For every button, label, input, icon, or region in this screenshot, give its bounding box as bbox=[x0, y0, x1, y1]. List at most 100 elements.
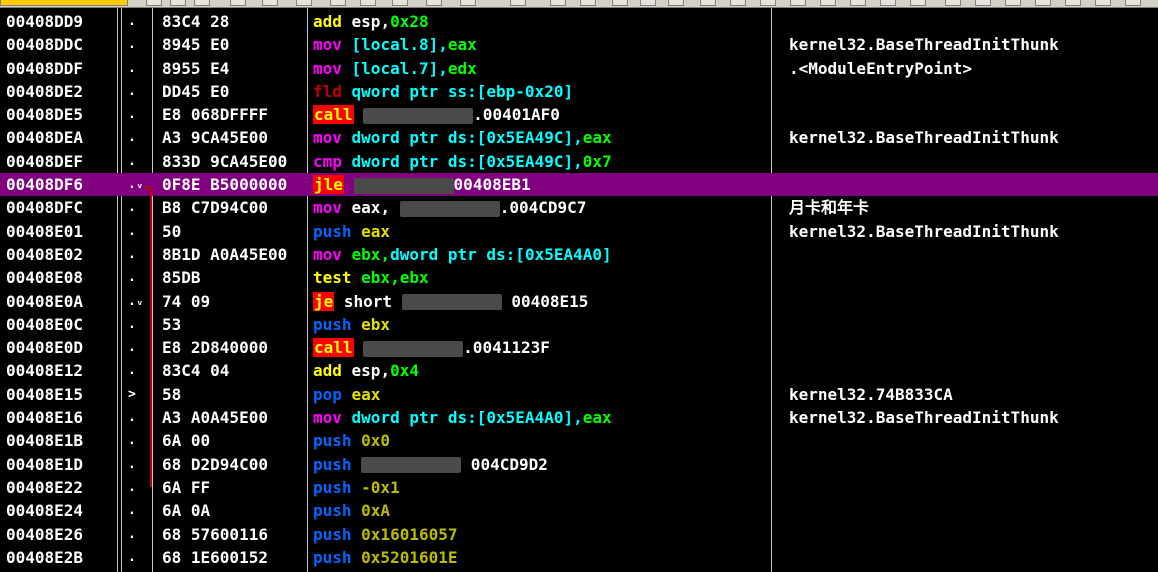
toolbar-button[interactable] bbox=[850, 0, 866, 6]
hex-bytes-cell[interactable]: 6A FF bbox=[162, 476, 304, 499]
comment-cell[interactable]: kernel32.BaseThreadInitThunk bbox=[789, 126, 1154, 149]
disasm-row[interactable]: 00408E0D. E8 2D840000 call .0041123F bbox=[0, 336, 1158, 359]
disasm-row[interactable]: 00408E08. 85DB test ebx,ebx bbox=[0, 266, 1158, 289]
toolbar-button[interactable] bbox=[550, 0, 566, 6]
toolbar-button[interactable] bbox=[790, 0, 806, 6]
hex-bytes-cell[interactable]: DD45 E0 bbox=[162, 80, 304, 103]
comment-cell[interactable] bbox=[789, 429, 1154, 452]
address-cell[interactable]: 00408DE2 bbox=[6, 80, 116, 103]
disasm-row[interactable]: 00408E01. 50 push eax kernel32.BaseThreadIn… bbox=[0, 220, 1158, 243]
address-cell[interactable]: 00408E16 bbox=[6, 406, 116, 429]
hex-bytes-cell[interactable]: 6A 0A bbox=[162, 499, 304, 522]
toolbar-button[interactable] bbox=[392, 0, 408, 6]
comment-cell[interactable] bbox=[789, 336, 1154, 359]
disassembly-cell[interactable]: call .00401AF0 bbox=[313, 103, 768, 126]
comment-cell[interactable] bbox=[789, 103, 1154, 126]
toolbar-button[interactable] bbox=[510, 0, 526, 6]
disasm-row[interactable]: 00408E12. 83C4 04 add esp,0x4 bbox=[0, 359, 1158, 382]
disassembly-cell[interactable]: test ebx,ebx bbox=[313, 266, 768, 289]
disasm-row[interactable]: 00408E15 >58 pop eax kernel32.74B833CA bbox=[0, 383, 1158, 406]
toolbar-button[interactable] bbox=[1125, 0, 1141, 6]
address-cell[interactable]: 00408E0D bbox=[6, 336, 116, 359]
address-cell[interactable]: 00408E08 bbox=[6, 266, 116, 289]
toolbar-button[interactable] bbox=[170, 0, 186, 6]
disassembly-cell[interactable]: pop eax bbox=[313, 383, 768, 406]
toolbar-button[interactable] bbox=[1035, 0, 1051, 6]
address-cell[interactable]: 00408DDC bbox=[6, 33, 116, 56]
toolbar-button[interactable] bbox=[360, 0, 376, 6]
toolbar-button[interactable] bbox=[880, 0, 896, 6]
hex-bytes-cell[interactable]: 68 D2D94C00 bbox=[162, 453, 304, 476]
address-cell[interactable]: 00408E0C bbox=[6, 313, 116, 336]
disasm-row[interactable]: 00408DEF. 833D 9CA45E00 cmp dword ptr ds:[… bbox=[0, 150, 1158, 173]
disassembly-cell[interactable]: add esp,0x28 bbox=[313, 10, 768, 33]
toolbar-button[interactable] bbox=[820, 0, 836, 6]
comment-cell[interactable] bbox=[789, 266, 1154, 289]
hex-bytes-cell[interactable]: 6A 00 bbox=[162, 429, 304, 452]
disassembly-cell[interactable]: push -0x1 bbox=[313, 476, 768, 499]
hex-bytes-cell[interactable]: 83C4 04 bbox=[162, 359, 304, 382]
address-cell[interactable]: 00408E26 bbox=[6, 523, 116, 546]
comment-cell[interactable] bbox=[789, 453, 1154, 476]
disassembly-cell[interactable]: mov eax, .004CD9C7 bbox=[313, 196, 768, 219]
comment-cell[interactable] bbox=[789, 173, 1154, 196]
toolbar-button[interactable] bbox=[730, 0, 746, 6]
disassembly-cell[interactable]: mov ebx,dword ptr ds:[0x5EA4A0] bbox=[313, 243, 768, 266]
comment-cell[interactable]: .<ModuleEntryPoint> bbox=[789, 57, 1154, 80]
comment-cell[interactable]: 月卡和年卡 bbox=[789, 196, 1154, 219]
address-cell[interactable]: 00408DE5 bbox=[6, 103, 116, 126]
toolbar-button[interactable] bbox=[426, 0, 442, 6]
hex-bytes-cell[interactable]: 83C4 28 bbox=[162, 10, 304, 33]
disasm-row[interactable]: 00408E02. 8B1D A0A45E00 mov ebx,dword ptr … bbox=[0, 243, 1158, 266]
disassembly-cell[interactable]: push ebx bbox=[313, 313, 768, 336]
disassembly-cell[interactable]: add esp,0x4 bbox=[313, 359, 768, 382]
comment-cell[interactable] bbox=[789, 476, 1154, 499]
hex-bytes-cell[interactable]: 68 57600116 bbox=[162, 523, 304, 546]
comment-cell[interactable]: kernel32.BaseThreadInitThunk bbox=[789, 220, 1154, 243]
toolbar-button[interactable] bbox=[0, 0, 128, 6]
address-cell[interactable]: 00408DEA bbox=[6, 126, 116, 149]
disasm-row[interactable]: 00408E22. 6A FF push -0x1 bbox=[0, 476, 1158, 499]
address-cell[interactable]: 00408E22 bbox=[6, 476, 116, 499]
address-cell[interactable]: 00408E1D bbox=[6, 453, 116, 476]
disasm-row[interactable]: 00408DE5. E8 068DFFFF call .00401AF0 bbox=[0, 103, 1158, 126]
disasm-row[interactable]: 00408DDF. 8955 E4 mov [local.7],edx .<Modul… bbox=[0, 57, 1158, 80]
comment-cell[interactable] bbox=[789, 523, 1154, 546]
address-cell[interactable]: 00408E0A bbox=[6, 290, 116, 313]
toolbar-button[interactable] bbox=[230, 0, 246, 6]
disassembly-cell[interactable]: mov [local.7],edx bbox=[313, 57, 768, 80]
disassembly-cell[interactable]: mov [local.8],eax bbox=[313, 33, 768, 56]
toolbar-button[interactable] bbox=[296, 0, 312, 6]
toolbar-button[interactable] bbox=[262, 0, 278, 6]
disasm-row[interactable]: 00408DE2. DD45 E0 fld qword ptr ss:[ebp-0x… bbox=[0, 80, 1158, 103]
disassembly-cell[interactable]: push 0x0 bbox=[313, 429, 768, 452]
address-cell[interactable]: 00408DF6 bbox=[6, 173, 116, 196]
hex-bytes-cell[interactable]: 8945 E0 bbox=[162, 33, 304, 56]
hex-bytes-cell[interactable]: 833D 9CA45E00 bbox=[162, 150, 304, 173]
disassembly-cell[interactable]: push 0xA bbox=[313, 499, 768, 522]
address-cell[interactable]: 00408E02 bbox=[6, 243, 116, 266]
disasm-row[interactable]: 00408E0A .ᵥ 74 09 je short 00408E15 bbox=[0, 290, 1158, 313]
toolbar-button[interactable] bbox=[760, 0, 776, 6]
toolbar-button[interactable] bbox=[1095, 0, 1111, 6]
toolbar-button[interactable] bbox=[945, 0, 961, 6]
comment-cell[interactable] bbox=[789, 150, 1154, 173]
toolbar-button[interactable] bbox=[194, 0, 210, 6]
comment-cell[interactable]: kernel32.BaseThreadInitThunk bbox=[789, 33, 1154, 56]
hex-bytes-cell[interactable]: A3 9CA45E00 bbox=[162, 126, 304, 149]
address-cell[interactable]: 00408E1B bbox=[6, 429, 116, 452]
disassembly-cell[interactable]: je short 00408E15 bbox=[313, 290, 768, 313]
address-cell[interactable]: 00408E01 bbox=[6, 220, 116, 243]
comment-cell[interactable] bbox=[789, 80, 1154, 103]
hex-bytes-cell[interactable]: 58 bbox=[162, 383, 304, 406]
disassembly-cell[interactable]: call .0041123F bbox=[313, 336, 768, 359]
toolbar-button[interactable] bbox=[460, 0, 476, 6]
address-cell[interactable]: 00408DEF bbox=[6, 150, 116, 173]
comment-cell[interactable] bbox=[789, 499, 1154, 522]
comment-cell[interactable] bbox=[789, 359, 1154, 382]
disassembly-listing[interactable]: 00408DD9. 83C4 28 add esp,0x28 00408DDC. 894… bbox=[0, 10, 1158, 569]
hex-bytes-cell[interactable]: 85DB bbox=[162, 266, 304, 289]
toolbar-button[interactable] bbox=[640, 0, 656, 6]
hex-bytes-cell[interactable]: B8 C7D94C00 bbox=[162, 196, 304, 219]
disasm-row[interactable]: 00408E1D. 68 D2D94C00 push 004CD9D2 bbox=[0, 453, 1158, 476]
